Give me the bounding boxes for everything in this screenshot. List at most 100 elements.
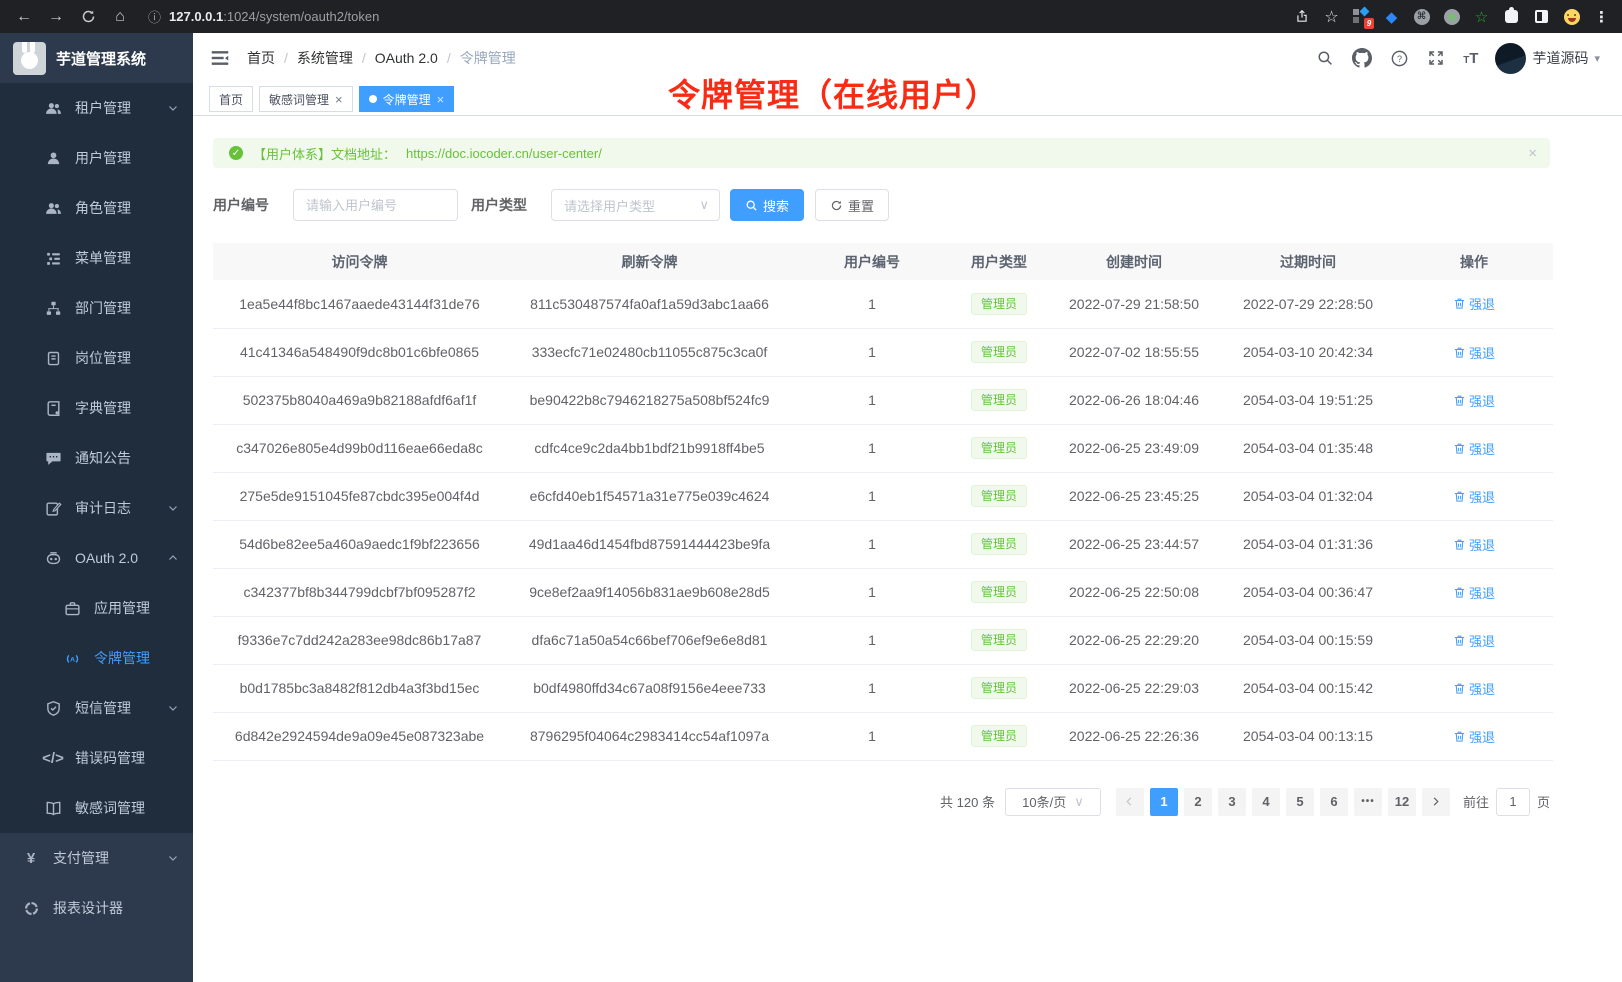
sidebar-item-label: 菜单管理: [75, 248, 131, 268]
user-menu[interactable]: 芋道源码 ▾: [1495, 43, 1600, 74]
force-logout-button[interactable]: 强退: [1453, 583, 1495, 602]
address-bar[interactable]: ⓘ 127.0.0.1:1024/system/oauth2/token: [148, 7, 1293, 26]
caret-down-icon: ▾: [1594, 52, 1600, 65]
sidebar-item-label: 应用管理: [94, 598, 150, 618]
tab-敏感词管理[interactable]: 敏感词管理×: [259, 86, 353, 112]
sidebar-item-chat[interactable]: 通知公告: [0, 433, 193, 483]
page-button-4[interactable]: 4: [1252, 788, 1280, 816]
cell-action: 强退: [1395, 472, 1553, 520]
sidebar-item-robot[interactable]: OAuth 2.0: [0, 533, 193, 583]
side-panel-icon[interactable]: [1533, 8, 1550, 25]
page-button-1[interactable]: 1: [1150, 788, 1178, 816]
sidebar-item-shield[interactable]: 短信管理: [0, 683, 193, 733]
column-header: 访问令牌: [213, 243, 506, 280]
green-star-extension-icon[interactable]: ☆: [1473, 8, 1490, 25]
record-extension-icon[interactable]: [1443, 8, 1460, 25]
alert-close-icon[interactable]: ×: [1528, 145, 1537, 162]
sidebar-item-org[interactable]: 部门管理: [0, 283, 193, 333]
sidebar-item-people[interactable]: 角色管理: [0, 183, 193, 233]
yen-icon: ¥: [22, 849, 40, 867]
browser-menu-icon[interactable]: ⋮: [1593, 8, 1610, 25]
puzzle-extensions-icon[interactable]: [1503, 8, 1520, 25]
force-logout-button[interactable]: 强退: [1453, 679, 1495, 698]
goto-page-input[interactable]: [1496, 788, 1530, 816]
people-icon: [44, 199, 62, 217]
search-icon[interactable]: [1315, 48, 1335, 68]
github-icon[interactable]: [1352, 48, 1372, 68]
sidebar-item-loop[interactable]: 报表设计器: [0, 883, 193, 933]
page-button-2[interactable]: 2: [1184, 788, 1212, 816]
force-logout-button[interactable]: 强退: [1453, 391, 1495, 410]
force-logout-button[interactable]: 强退: [1453, 439, 1495, 458]
reset-button[interactable]: 重置: [815, 189, 889, 221]
fullscreen-icon[interactable]: [1426, 48, 1446, 68]
app-logo[interactable]: 芋道管理系统: [0, 33, 193, 83]
reload-icon[interactable]: [76, 5, 100, 29]
cell-expire-time: 2022-07-29 22:28:50: [1221, 280, 1395, 328]
tab-close-icon[interactable]: ×: [437, 92, 445, 107]
tab-close-icon[interactable]: ×: [335, 92, 343, 107]
avatar[interactable]: [1495, 43, 1526, 74]
next-page-button[interactable]: [1422, 788, 1450, 816]
sidebar-item-edit[interactable]: 审计日志: [0, 483, 193, 533]
cell-refresh-token: 8796295f04064c2983414cc54af1097a: [506, 712, 793, 760]
collapse-sidebar-icon[interactable]: [209, 47, 231, 69]
force-logout-button[interactable]: 强退: [1453, 535, 1495, 554]
breadcrumb-item[interactable]: 首页: [247, 48, 275, 68]
force-logout-button[interactable]: 强退: [1453, 343, 1495, 362]
page-button-12[interactable]: 12: [1388, 788, 1416, 816]
force-logout-button[interactable]: 强退: [1453, 487, 1495, 506]
command-extension-icon[interactable]: ⌘: [1413, 8, 1430, 25]
pages-more-button[interactable]: •••: [1354, 788, 1382, 816]
home-icon[interactable]: ⌂: [108, 5, 132, 29]
user-id-input[interactable]: [293, 189, 458, 221]
back-icon[interactable]: ←: [12, 5, 36, 29]
force-logout-button[interactable]: 强退: [1453, 631, 1495, 650]
sidebar-item-yen[interactable]: ¥支付管理: [0, 833, 193, 883]
table-row: c347026e805e4d99b0d116eae66eda8ccdfc4ce9…: [213, 424, 1553, 472]
sidebar-item-person[interactable]: 用户管理: [0, 133, 193, 183]
extension-grid-icon[interactable]: 9: [1353, 8, 1370, 25]
sidebar-item-code[interactable]: </>错误码管理: [0, 733, 193, 783]
page-size-select[interactable]: 10条/页 ∨: [1005, 788, 1101, 816]
forward-icon[interactable]: →: [44, 5, 68, 29]
cell-access-token: c347026e805e4d99b0d116eae66eda8c: [213, 424, 506, 472]
search-button[interactable]: 搜索: [730, 189, 804, 221]
doc-link[interactable]: https://doc.iocoder.cn/user-center/: [406, 146, 602, 161]
sidebar-item-people[interactable]: 租户管理: [0, 83, 193, 133]
site-info-icon[interactable]: ⓘ: [148, 7, 161, 26]
page-button-3[interactable]: 3: [1218, 788, 1246, 816]
sidebar-item-briefcase[interactable]: 应用管理: [0, 583, 193, 633]
page-button-5[interactable]: 5: [1286, 788, 1314, 816]
font-size-icon[interactable]: TT: [1463, 50, 1478, 67]
sidebar-item-openbook[interactable]: 敏感词管理: [0, 783, 193, 833]
breadcrumb-item[interactable]: 系统管理: [297, 48, 353, 68]
profile-emoji-icon[interactable]: [1563, 8, 1580, 25]
sidebar-item-signal[interactable]: A令牌管理: [0, 633, 193, 683]
success-check-icon: ✓: [229, 146, 243, 160]
cell-refresh-token: 49d1aa46d1454fbd87591444423be9fa: [506, 520, 793, 568]
cell-action: 强退: [1395, 376, 1553, 424]
sidebar-item-label: 岗位管理: [75, 348, 131, 368]
prev-page-button[interactable]: [1116, 788, 1144, 816]
robot-icon: [44, 549, 62, 567]
sidebar-item-badge[interactable]: 岗位管理: [0, 333, 193, 383]
bookmark-star-icon[interactable]: ☆: [1323, 8, 1340, 25]
trash-icon: [1453, 586, 1466, 599]
tab-首页[interactable]: 首页: [209, 86, 253, 112]
sidebar-item-label: 短信管理: [75, 698, 131, 718]
force-logout-button[interactable]: 强退: [1453, 727, 1495, 746]
breadcrumb-item[interactable]: OAuth 2.0: [375, 50, 438, 66]
help-icon[interactable]: ?: [1389, 48, 1409, 68]
gem-extension-icon[interactable]: ◆: [1383, 8, 1400, 25]
cell-refresh-token: e6cfd40eb1f54571a31e775e039c4624: [506, 472, 793, 520]
sidebar-item-menutree[interactable]: 菜单管理: [0, 233, 193, 283]
user-type-select[interactable]: 请选择用户类型 ∨: [551, 189, 720, 221]
force-logout-button[interactable]: 强退: [1453, 294, 1495, 313]
sidebar-item-dict[interactable]: 字典管理: [0, 383, 193, 433]
page-button-6[interactable]: 6: [1320, 788, 1348, 816]
cell-action: 强退: [1395, 712, 1553, 760]
share-icon[interactable]: [1293, 8, 1310, 25]
tab-令牌管理[interactable]: 令牌管理×: [359, 86, 455, 112]
cell-action: 强退: [1395, 568, 1553, 616]
